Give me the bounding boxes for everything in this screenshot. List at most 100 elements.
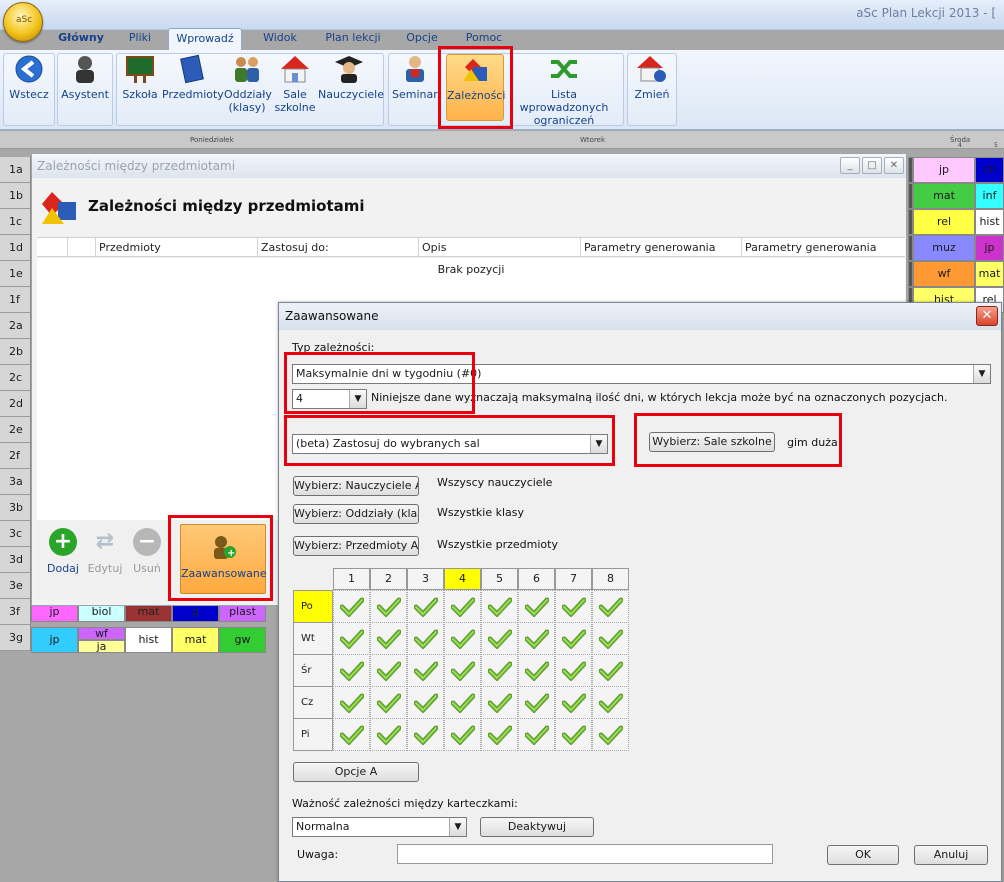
period-header[interactable]: 6 — [518, 568, 555, 590]
row-label[interactable]: 1d — [0, 235, 31, 261]
constraints-list-button[interactable]: Lista wprowadzonych ograniczeń — [508, 54, 620, 127]
period-cell[interactable] — [333, 686, 370, 719]
day-label[interactable]: Po — [293, 590, 333, 623]
maximize-button[interactable]: □ — [862, 157, 882, 174]
period-cell[interactable] — [370, 590, 407, 623]
subjects-button[interactable]: Przedmioty — [162, 54, 224, 101]
apply-to-select[interactable]: (beta) Zastosuj do wybranych sal ▼ — [292, 434, 608, 454]
classes-button[interactable]: Oddziały (klasy) — [224, 54, 272, 114]
row-label[interactable]: 1a — [0, 157, 31, 183]
row-label[interactable]: 1c — [0, 209, 31, 235]
period-cell[interactable] — [481, 590, 518, 623]
period-header[interactable]: 4 — [444, 568, 481, 590]
count-select[interactable]: 4 ▼ — [292, 389, 367, 409]
select-subjects-button[interactable]: Wybierz: Przedmioty A — [293, 536, 419, 556]
row-label[interactable]: 3c — [0, 521, 31, 547]
period-cell[interactable] — [444, 686, 481, 719]
period-cell[interactable] — [592, 686, 629, 719]
timetable-cell[interactable]: jp — [913, 157, 975, 183]
col-description[interactable]: Opis — [422, 241, 446, 254]
period-cell[interactable] — [555, 686, 592, 719]
period-cell[interactable] — [555, 654, 592, 687]
period-cell[interactable] — [518, 622, 555, 655]
period-cell[interactable] — [555, 590, 592, 623]
day-label[interactable]: Pi — [293, 718, 333, 751]
period-cell[interactable] — [370, 654, 407, 687]
row-label[interactable]: 3g — [0, 625, 31, 651]
period-header[interactable]: 2 — [370, 568, 407, 590]
row-label[interactable]: 1f — [0, 287, 31, 313]
close-icon[interactable]: ✕ — [976, 306, 998, 326]
period-cell[interactable] — [518, 654, 555, 687]
period-header[interactable]: 7 — [555, 568, 592, 590]
row-label[interactable]: 3d — [0, 547, 31, 573]
period-cell[interactable] — [407, 622, 444, 655]
period-cell[interactable] — [407, 686, 444, 719]
period-cell[interactable] — [444, 622, 481, 655]
row-label[interactable]: 1e — [0, 261, 31, 287]
row-label[interactable]: 2d — [0, 391, 31, 417]
edit-button[interactable]: ⇄ Edytuj — [85, 528, 125, 575]
seminar-button[interactable]: Seminari — [392, 54, 441, 101]
row-label[interactable]: 3b — [0, 495, 31, 521]
col-subjects[interactable]: Przedmioty — [99, 241, 161, 254]
row-label[interactable]: 2b — [0, 339, 31, 365]
timetable-cell[interactable]: hist — [125, 627, 172, 653]
day-label[interactable]: Cz — [293, 686, 333, 719]
period-cell[interactable] — [518, 590, 555, 623]
period-header[interactable]: 1 — [333, 568, 370, 590]
row-label[interactable]: 3a — [0, 469, 31, 495]
close-button[interactable]: ✕ — [884, 157, 904, 174]
period-cell[interactable] — [333, 622, 370, 655]
back-button[interactable]: Wstecz — [6, 54, 52, 101]
dependencies-button[interactable]: Zależności — [446, 54, 505, 121]
period-cell[interactable] — [481, 718, 518, 751]
timetable-cell[interactable]: wf — [913, 261, 975, 287]
select-teachers-button[interactable]: Wybierz: Nauczyciele A — [293, 476, 419, 496]
period-cell[interactable] — [407, 590, 444, 623]
note-input[interactable] — [397, 844, 773, 864]
importance-select[interactable]: Normalna ▼ — [292, 817, 467, 837]
period-cell[interactable] — [370, 686, 407, 719]
period-cell[interactable] — [370, 622, 407, 655]
timetable-cell[interactable]: rel — [913, 209, 975, 235]
cancel-button[interactable]: Anuluj — [914, 845, 988, 865]
period-cell[interactable] — [592, 718, 629, 751]
deactivate-button[interactable]: Deaktywuj — [480, 817, 594, 837]
row-label[interactable]: 2f — [0, 443, 31, 469]
period-cell[interactable] — [481, 622, 518, 655]
period-header[interactable]: 5 — [481, 568, 518, 590]
day-label[interactable]: Wt — [293, 622, 333, 655]
period-cell[interactable] — [518, 686, 555, 719]
row-label[interactable]: 2c — [0, 365, 31, 391]
period-cell[interactable] — [481, 654, 518, 687]
timetable-cell[interactable]: ch — [975, 157, 1004, 183]
timetable-cell[interactable]: ja — [78, 640, 125, 653]
period-cell[interactable] — [444, 654, 481, 687]
timetable-cell[interactable]: gw — [219, 627, 266, 653]
col-apply-to[interactable]: Zastosuj do: — [261, 241, 329, 254]
period-cell[interactable] — [481, 686, 518, 719]
period-cell[interactable] — [333, 654, 370, 687]
period-cell[interactable] — [333, 590, 370, 623]
tab-plan-lekcji[interactable]: Plan lekcji — [318, 28, 388, 50]
period-cell[interactable] — [592, 622, 629, 655]
period-cell[interactable] — [592, 654, 629, 687]
app-orb-button[interactable]: aSc — [3, 2, 43, 42]
period-cell[interactable] — [407, 654, 444, 687]
timetable-cell[interactable]: jp — [31, 627, 78, 653]
timetable-cell[interactable]: inf — [975, 183, 1004, 209]
row-label[interactable]: 2e — [0, 417, 31, 443]
select-rooms-button[interactable]: Wybierz: Sale szkolne — [649, 432, 775, 452]
period-header[interactable]: 8 — [592, 568, 629, 590]
col-gen-params-2[interactable]: Parametry generowania — [745, 241, 876, 254]
timetable-cell[interactable]: mat — [975, 261, 1004, 287]
timetable-cell[interactable]: hist — [975, 209, 1004, 235]
tab-opcje[interactable]: Opcje — [390, 28, 454, 50]
timetable-cell[interactable]: wf — [78, 627, 125, 640]
period-cell[interactable] — [518, 718, 555, 751]
assistant-button[interactable]: Asystent — [60, 54, 110, 101]
advanced-button[interactable]: + Zaawansowane — [180, 524, 267, 594]
minimize-button[interactable]: _ — [840, 157, 860, 174]
col-gen-params-1[interactable]: Parametry generowania — [584, 241, 715, 254]
